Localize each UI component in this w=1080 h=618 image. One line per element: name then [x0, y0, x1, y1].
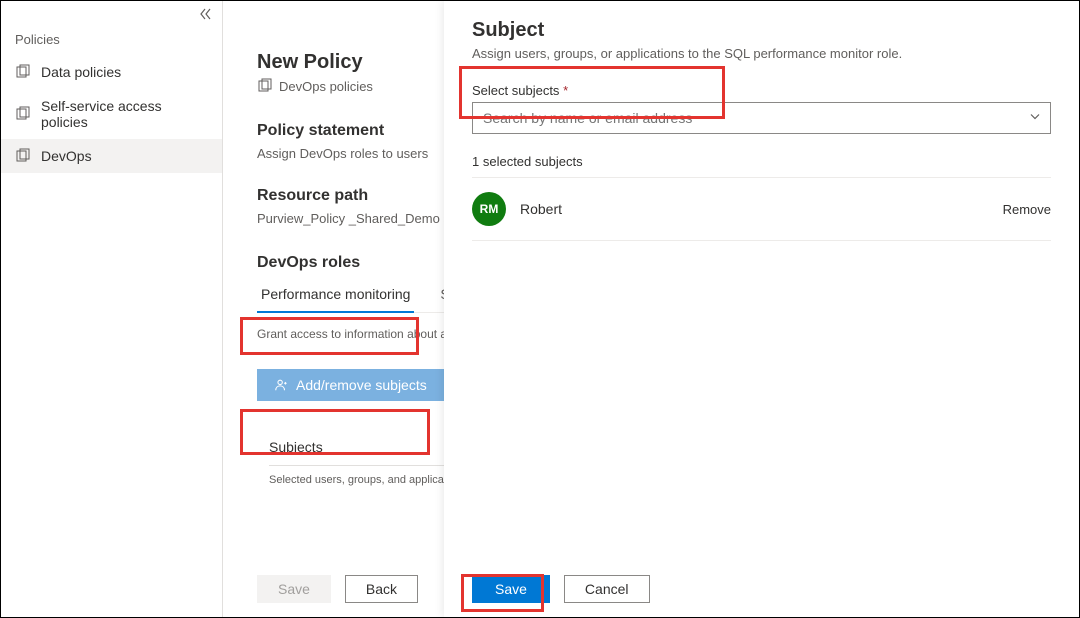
sidebar: Policies Data policies Self-service acce…: [1, 1, 223, 617]
subject-panel: Subject Assign users, groups, or applica…: [444, 1, 1079, 617]
avatar: RM: [472, 192, 506, 226]
collapse-icon[interactable]: [198, 6, 214, 22]
sidebar-item-label: Data policies: [41, 64, 121, 80]
person-icon: [274, 378, 288, 392]
select-subjects-label: Select subjects *: [472, 83, 1051, 98]
add-remove-subjects-button[interactable]: Add/remove subjects: [257, 369, 444, 401]
back-button[interactable]: Back: [345, 575, 418, 603]
policy-icon: [15, 64, 31, 80]
add-remove-subjects-label: Add/remove subjects: [296, 377, 427, 393]
selected-subject-row: RM Robert Remove: [472, 177, 1051, 241]
panel-subtitle: Assign users, groups, or applications to…: [472, 46, 1051, 61]
sidebar-item-label: Self-service access policies: [41, 98, 208, 130]
policy-icon: [15, 148, 31, 164]
breadcrumb-label: DevOps policies: [279, 79, 373, 94]
selected-subject-name: Robert: [520, 201, 1003, 217]
panel-footer: Save Cancel: [472, 575, 650, 603]
selected-count: 1 selected subjects: [472, 154, 1051, 169]
sidebar-item-label: DevOps: [41, 148, 92, 164]
sidebar-item-data-policies[interactable]: Data policies: [1, 55, 222, 89]
policy-icon: [257, 78, 273, 94]
remove-subject-button[interactable]: Remove: [1003, 202, 1051, 217]
tab-performance-monitoring[interactable]: Performance monitoring: [257, 278, 414, 312]
sidebar-item-self-service[interactable]: Self-service access policies: [1, 89, 222, 139]
panel-cancel-button[interactable]: Cancel: [564, 575, 650, 603]
policy-icon: [15, 106, 31, 122]
sidebar-title: Policies: [1, 26, 222, 55]
main-save-button[interactable]: Save: [257, 575, 331, 603]
subject-search-input[interactable]: [472, 102, 1051, 134]
sidebar-item-devops[interactable]: DevOps: [1, 139, 222, 173]
search-wrap: [472, 102, 1051, 134]
main-footer: Save Back: [257, 575, 418, 603]
panel-save-button[interactable]: Save: [472, 575, 550, 603]
panel-title: Subject: [472, 19, 1051, 42]
